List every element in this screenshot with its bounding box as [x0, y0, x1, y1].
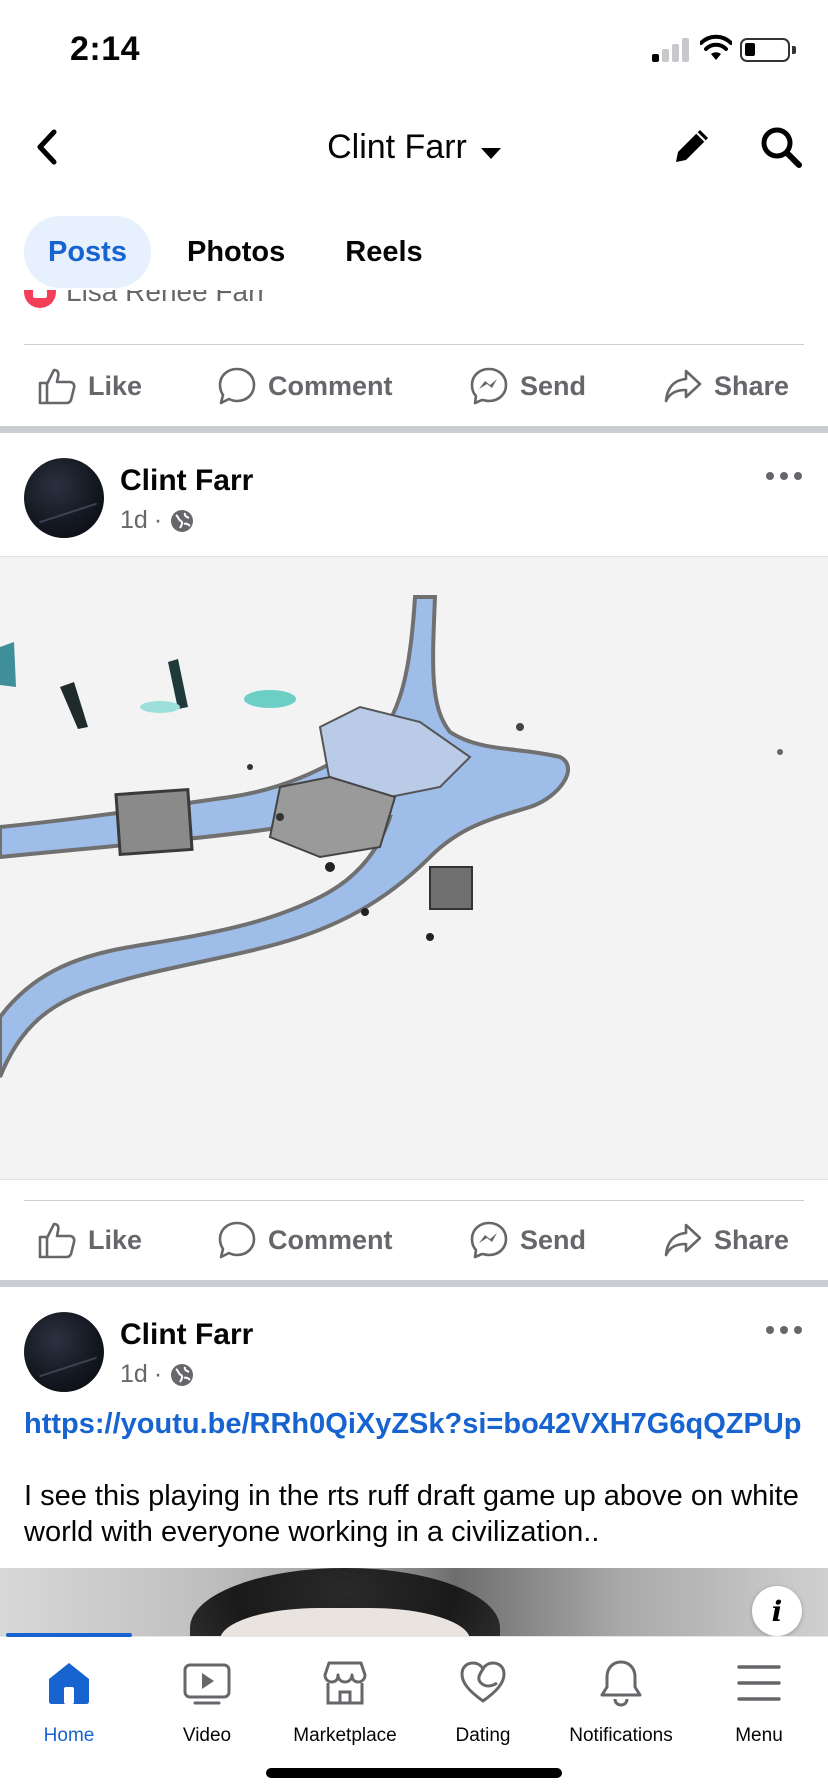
signal-icon: [652, 38, 690, 62]
nav-menu[interactable]: Menu: [690, 1657, 828, 1747]
send-label: Send: [520, 1224, 587, 1255]
post-separator: [0, 426, 828, 433]
nav-home[interactable]: Home: [0, 1657, 138, 1747]
wifi-icon: [700, 34, 732, 60]
share-icon: [664, 1223, 702, 1257]
share-button[interactable]: Share: [662, 346, 789, 426]
edit-pencil-icon[interactable]: [670, 124, 714, 168]
home-indicator[interactable]: [266, 1768, 562, 1778]
meta-separator: ·: [153, 1360, 163, 1388]
menu-icon: [737, 1665, 781, 1701]
globe-icon: [171, 509, 194, 532]
status-bar: 2:14: [0, 0, 828, 100]
send-label: Send: [520, 370, 587, 401]
info-icon[interactable]: i: [752, 1586, 802, 1636]
nav-label: Video: [182, 1725, 232, 1746]
post-actions: Like Comment Send Share: [0, 1200, 828, 1280]
post-actions: Like Comment Send Share: [0, 346, 828, 426]
post-author[interactable]: Clint Farr: [120, 464, 253, 498]
reactor-name: Lisa Renee Farr: [66, 290, 267, 307]
share-label: Share: [714, 1224, 790, 1255]
more-options-icon[interactable]: [764, 468, 804, 484]
meta-separator: ·: [153, 506, 163, 534]
nav-video[interactable]: Video: [138, 1657, 276, 1747]
profile-tabs: Posts Photos Reels: [24, 216, 447, 288]
battery-icon: [740, 38, 796, 62]
nav-dating[interactable]: Dating: [414, 1657, 552, 1747]
video-icon: [183, 1663, 231, 1705]
nav-notifications[interactable]: Notifications: [552, 1657, 690, 1747]
tab-posts[interactable]: Posts: [24, 216, 151, 288]
post-photo[interactable]: [0, 556, 828, 1180]
post-time: 1d: [120, 1360, 148, 1388]
love-reaction-icon: [24, 290, 56, 308]
photo-image: [0, 557, 828, 1179]
comment-label: Comment: [268, 1224, 393, 1255]
post-meta: 1d ·: [120, 506, 194, 535]
avatar[interactable]: [24, 1312, 104, 1392]
nav-label: Marketplace: [293, 1725, 397, 1746]
post-separator: [0, 1280, 828, 1287]
tab-photos[interactable]: Photos: [163, 216, 309, 288]
more-options-icon[interactable]: [764, 1322, 804, 1338]
avatar[interactable]: [24, 458, 104, 538]
search-icon[interactable]: [758, 124, 804, 170]
post-header: Clint Farr 1d ·: [0, 458, 828, 568]
like-icon: [38, 368, 76, 405]
comment-icon: [218, 1221, 256, 1259]
comment-button[interactable]: Comment: [216, 1200, 393, 1280]
tab-reels[interactable]: Reels: [321, 216, 446, 288]
messenger-icon: [470, 367, 508, 405]
marketplace-icon: [323, 1661, 367, 1705]
divider: [24, 344, 804, 345]
globe-icon: [171, 1363, 194, 1386]
caret-down-icon: [480, 148, 501, 160]
post-link[interactable]: https://youtu.be/RRh0QiXyZSk?si=bo42VXH7…: [24, 1406, 804, 1442]
dating-icon: [460, 1661, 506, 1703]
send-button[interactable]: Send: [468, 1200, 586, 1280]
status-time: 2:14: [70, 30, 141, 68]
nav-label: Menu: [735, 1725, 783, 1746]
send-button[interactable]: Send: [468, 346, 586, 426]
like-icon: [38, 1222, 76, 1259]
messenger-icon: [470, 1221, 508, 1259]
like-label: Like: [88, 1224, 143, 1255]
post-text: I see this playing in the rts ruff draft…: [24, 1480, 799, 1548]
nav-label: Home: [43, 1725, 95, 1746]
share-icon: [664, 369, 702, 403]
share-label: Share: [714, 370, 790, 401]
reactions-summary[interactable]: Lisa Renee Farr: [24, 290, 804, 324]
nav-label: Notifications: [569, 1725, 673, 1746]
share-button[interactable]: Share: [662, 1200, 789, 1280]
like-button[interactable]: Like: [36, 1200, 142, 1280]
home-icon: [49, 1663, 89, 1704]
like-button[interactable]: Like: [36, 346, 142, 426]
bell-icon: [600, 1660, 642, 1707]
post-author[interactable]: Clint Farr: [120, 1318, 253, 1352]
post-meta: 1d ·: [120, 1360, 194, 1389]
post-time: 1d: [120, 506, 148, 534]
active-tab-indicator: [6, 1633, 132, 1637]
like-label: Like: [88, 370, 143, 401]
nav-marketplace[interactable]: Marketplace: [276, 1657, 414, 1747]
comment-icon: [218, 367, 256, 405]
link-preview-image[interactable]: [0, 1568, 828, 1638]
comment-label: Comment: [268, 370, 393, 401]
page-title: Clint Farr: [327, 128, 467, 166]
comment-button[interactable]: Comment: [216, 346, 393, 426]
nav-label: Dating: [455, 1725, 511, 1746]
profile-header: Clint Farr: [0, 100, 828, 196]
